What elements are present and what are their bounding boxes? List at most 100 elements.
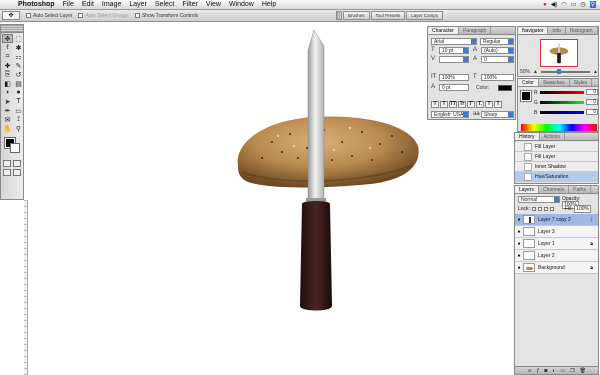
tab-paths[interactable]: Paths bbox=[569, 186, 591, 193]
tab-styles[interactable]: Styles bbox=[570, 79, 593, 86]
color-spectrum-ramp[interactable] bbox=[521, 124, 597, 131]
healing-brush-icon[interactable]: ✚ bbox=[2, 61, 13, 70]
crop-tool-icon[interactable]: ⌗ bbox=[2, 52, 13, 61]
history-item[interactable]: Fill Layer bbox=[515, 142, 598, 152]
auto-select-groups-checkbox[interactable]: Auto Select Groups bbox=[78, 13, 129, 19]
show-transform-controls-checkbox[interactable]: Show Transform Controls bbox=[134, 13, 198, 19]
slice-tool-icon[interactable]: ⚏ bbox=[13, 52, 24, 61]
zoom-tool-icon[interactable]: ⚲ bbox=[13, 124, 24, 133]
adjustment-layer-icon[interactable]: ◐ bbox=[552, 368, 555, 374]
pen-tool-icon[interactable]: ✒ bbox=[2, 106, 13, 115]
palette-well-grip[interactable] bbox=[336, 11, 342, 20]
airport-icon[interactable]: ◠ bbox=[561, 1, 566, 8]
menu-select[interactable]: Select bbox=[151, 1, 178, 8]
menu-image[interactable]: Image bbox=[98, 1, 125, 8]
blue-channel-value[interactable]: 0 bbox=[586, 109, 598, 115]
red-channel-value[interactable]: 0 bbox=[586, 89, 598, 95]
tab-layer-comps[interactable]: Layer Comps bbox=[406, 11, 444, 20]
text-style-button[interactable]: TT bbox=[449, 101, 457, 108]
brush-tool-icon[interactable]: ✎ bbox=[13, 61, 24, 70]
menu-window[interactable]: Window bbox=[225, 1, 258, 8]
screen-mode-standard-button[interactable] bbox=[3, 169, 11, 176]
text-style-button[interactable]: T bbox=[440, 101, 448, 108]
auto-select-layer-checkbox[interactable]: Auto Select Layer bbox=[26, 13, 72, 19]
menu-filter[interactable]: Filter bbox=[178, 1, 202, 8]
eye-icon[interactable]: ● bbox=[515, 217, 523, 223]
antialias-select[interactable]: Sharp bbox=[481, 111, 514, 118]
green-channel-slider[interactable] bbox=[540, 101, 584, 104]
history-item[interactable]: Inner Shadow bbox=[515, 162, 598, 172]
layer-row[interactable]: ● Layer 3 bbox=[515, 226, 598, 238]
tab-swatches[interactable]: Swatches bbox=[539, 79, 570, 86]
history-item-selected[interactable]: Hue/Saturation bbox=[515, 172, 598, 182]
screen-mode-full-button[interactable] bbox=[13, 169, 21, 176]
quick-mask-button[interactable] bbox=[13, 160, 21, 167]
toolbox-header[interactable] bbox=[1, 25, 23, 33]
eye-icon[interactable]: ● bbox=[515, 265, 523, 271]
tab-layers[interactable]: Layers bbox=[515, 186, 540, 193]
delete-layer-icon[interactable]: 🗑︎ bbox=[580, 368, 586, 374]
eye-icon[interactable]: ● bbox=[515, 229, 523, 235]
dodge-tool-icon[interactable]: ● bbox=[13, 88, 24, 97]
standard-mode-button[interactable] bbox=[3, 160, 11, 167]
menu-edit[interactable]: Edit bbox=[78, 1, 98, 8]
volume-icon[interactable]: ◀) bbox=[551, 1, 558, 8]
move-tool-icon[interactable]: ✥ bbox=[2, 34, 13, 43]
document-canvas[interactable] bbox=[24, 22, 426, 375]
eye-icon[interactable]: ● bbox=[515, 241, 523, 247]
blur-tool-icon[interactable]: ◖ bbox=[2, 88, 13, 97]
history-item[interactable]: Fill Layer bbox=[515, 152, 598, 162]
type-tool-icon[interactable]: T bbox=[13, 97, 24, 106]
path-selection-icon[interactable]: ➤ bbox=[2, 97, 13, 106]
new-layer-icon[interactable]: ❐ bbox=[570, 368, 574, 374]
lock-all-icon[interactable] bbox=[549, 207, 554, 211]
blend-mode-select[interactable]: Normal bbox=[518, 196, 560, 203]
lasso-tool-icon[interactable]: ℓ bbox=[2, 43, 13, 52]
vertical-scale-field[interactable]: 100% bbox=[439, 74, 469, 81]
tab-character[interactable]: Character bbox=[428, 27, 459, 34]
navigator-thumbnail[interactable] bbox=[540, 39, 578, 67]
tab-actions[interactable]: Actions bbox=[540, 133, 565, 140]
font-size-field[interactable]: 10 pt bbox=[439, 47, 469, 54]
tab-color[interactable]: Color bbox=[518, 79, 539, 86]
zoom-out-icon[interactable]: ▲ bbox=[533, 69, 538, 75]
shape-tool-icon[interactable]: ▭ bbox=[13, 106, 24, 115]
layer-effects-icon[interactable]: ƒ bbox=[590, 217, 593, 223]
text-style-button[interactable]: T bbox=[494, 101, 502, 108]
leading-field[interactable]: (Auto) bbox=[481, 47, 514, 54]
new-group-icon[interactable]: ▭ bbox=[560, 368, 565, 374]
fill-field[interactable]: 100% bbox=[574, 205, 591, 213]
kerning-field[interactable] bbox=[439, 56, 469, 63]
menu-file[interactable]: File bbox=[59, 1, 78, 8]
link-layers-icon[interactable]: ∞ bbox=[528, 368, 532, 374]
lock-pixels-icon[interactable] bbox=[537, 207, 542, 211]
marquee-tool-icon[interactable]: ⬚ bbox=[13, 34, 24, 43]
layer-mask-icon[interactable]: ◙ bbox=[544, 368, 547, 374]
magic-wand-icon[interactable]: ✱ bbox=[13, 43, 24, 52]
menu-help[interactable]: Help bbox=[258, 1, 280, 8]
layer-style-icon[interactable]: ƒ bbox=[537, 368, 540, 374]
layer-row[interactable]: ● Layer 7 copy 2 ƒ bbox=[515, 214, 598, 226]
text-style-button[interactable]: T bbox=[431, 101, 439, 108]
layer-row[interactable]: ● Background 🔒︎ bbox=[515, 262, 598, 274]
text-style-button[interactable]: T bbox=[485, 101, 493, 108]
zoom-slider[interactable] bbox=[540, 69, 591, 74]
clone-stamp-icon[interactable]: ⎘ bbox=[2, 70, 13, 79]
background-color-swatch[interactable] bbox=[10, 143, 20, 153]
tab-channels[interactable]: Channels bbox=[539, 186, 570, 193]
eye-icon[interactable]: ● bbox=[515, 253, 523, 259]
menu-layer[interactable]: Layer bbox=[125, 1, 151, 8]
text-color-swatch[interactable] bbox=[498, 85, 512, 91]
tab-paragraph[interactable]: Paragraph bbox=[459, 27, 492, 34]
tab-history[interactable]: History bbox=[515, 133, 540, 140]
menu-photoshop[interactable]: Photoshop bbox=[14, 1, 59, 8]
zoom-slider-handle[interactable] bbox=[556, 69, 561, 74]
lock-transparency-icon[interactable] bbox=[531, 207, 536, 211]
zoom-in-icon[interactable]: ▲ bbox=[593, 69, 598, 75]
tab-brushes[interactable]: Brushes bbox=[343, 11, 370, 20]
font-family-select[interactable]: Arial bbox=[431, 38, 477, 45]
green-channel-value[interactable]: 0 bbox=[586, 99, 598, 105]
eyedropper-icon[interactable]: ⟟ bbox=[13, 115, 24, 124]
horizontal-scale-field[interactable]: 100% bbox=[481, 74, 514, 81]
eraser-tool-icon[interactable]: ◧ bbox=[2, 79, 13, 88]
